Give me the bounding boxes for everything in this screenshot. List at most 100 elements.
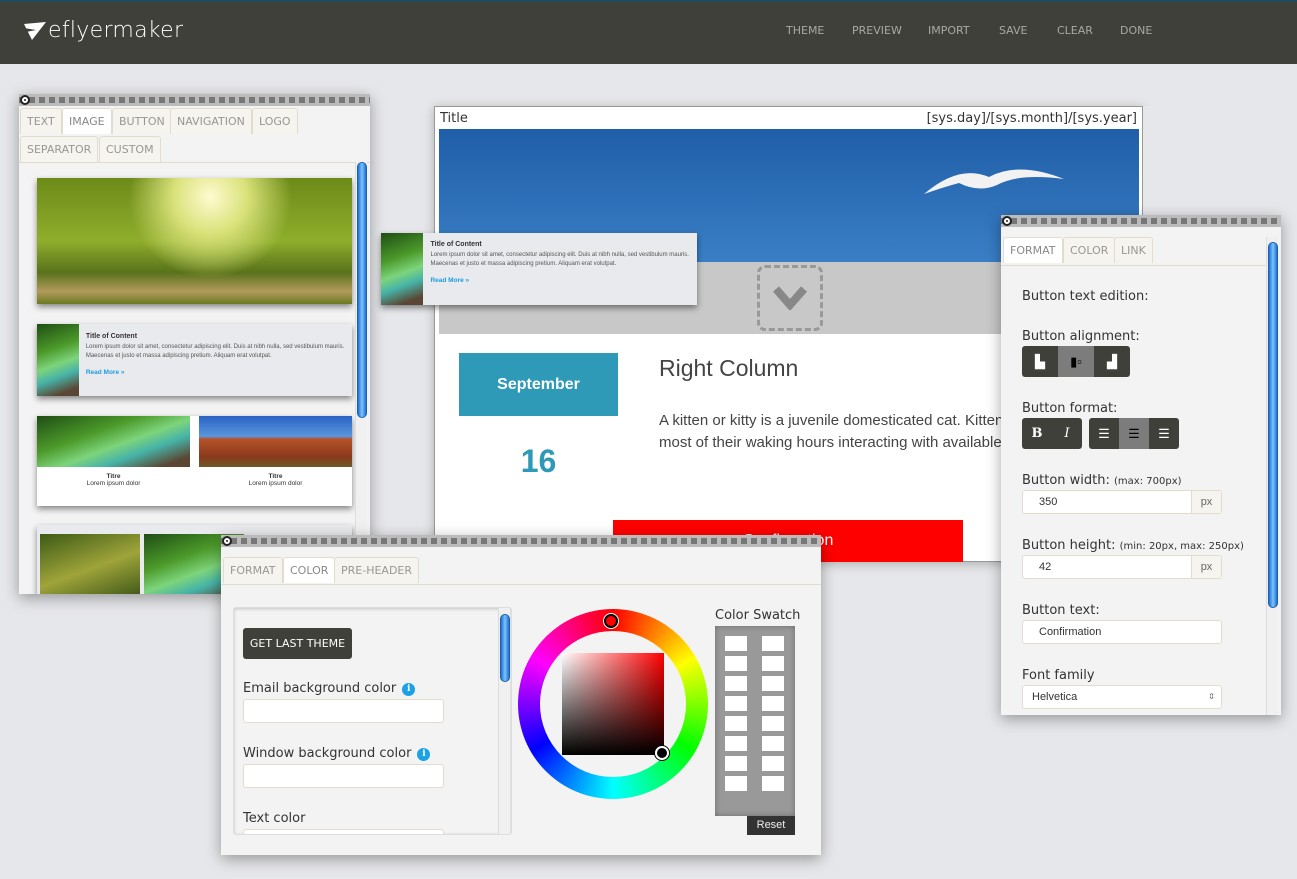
chevron-down-icon [757,265,823,331]
tab-color[interactable]: COLOR [283,557,336,583]
tab-image[interactable]: IMAGE [62,108,112,134]
email-bg-label: Email background color i [243,681,416,696]
swatch-cell[interactable] [762,696,784,711]
image-text-block[interactable]: Title of Content Lorem ipsum dolor sit a… [37,324,352,396]
nav-done[interactable]: DONE [1120,24,1152,37]
logo[interactable]: eflyermaker [24,18,183,43]
tab-logo[interactable]: LOGO [252,108,298,134]
color-settings-list: GET LAST THEME Email background color i W… [233,607,512,835]
card-text: Lorem ipsum dolor sit amet, consectetur … [430,252,689,267]
scrollbar[interactable] [355,162,367,594]
image-block-forest[interactable] [37,178,352,304]
swatch-cell[interactable] [762,636,784,651]
align-left-icon[interactable]: ▙ [1022,346,1058,377]
saturation-square[interactable] [562,653,664,755]
swatch-cell[interactable] [762,676,784,691]
height-label: Button height: (min: 20px, max: 250px) [1022,538,1244,553]
text-align-left-icon[interactable]: ☰ [1089,418,1119,449]
width-input[interactable]: 350 px [1022,490,1222,514]
button-text-input[interactable]: Confirmation [1022,620,1222,644]
info-icon[interactable]: i [402,683,416,696]
dragged-block[interactable]: Title of Content Lorem ipsum dolor sit a… [381,233,697,305]
align-right-icon[interactable]: ▟ [1094,346,1130,377]
card-image [37,324,79,396]
hue-wheel[interactable] [518,609,708,799]
drag-dot-icon [20,95,30,105]
col-title: Titre [268,473,283,480]
month-box[interactable]: September [459,353,618,416]
drag-dot-icon [1002,216,1012,226]
scrollbar[interactable] [1266,237,1278,715]
text-align-right-icon[interactable]: ☰ [1149,418,1179,449]
swatch-cell[interactable] [725,756,747,771]
swatch-cell[interactable] [725,676,747,691]
color-swatch [715,626,795,816]
font-family-select[interactable]: Helvetica ⇳ [1022,685,1222,709]
drag-handle[interactable] [221,535,821,547]
card-title: Title of Content [85,333,138,340]
swatch-cell[interactable] [762,756,784,771]
swatch-cell[interactable] [725,776,747,791]
tab-color[interactable]: COLOR [1063,237,1116,263]
tab-navigation[interactable]: NAVIGATION [170,108,252,134]
tab-text[interactable]: TEXT [20,108,62,134]
nav-preview[interactable]: PREVIEW [852,24,902,37]
height-input[interactable]: 42 px [1022,555,1222,579]
swatch-cell[interactable] [725,716,747,731]
bold-icon[interactable]: B [1022,418,1052,449]
drag-handle[interactable] [1001,215,1281,227]
color-panel: FORMAT COLOR PRE-HEADER GET LAST THEME E… [221,535,821,855]
logo-text: eflyermaker [48,18,184,43]
paper-plane-icon [24,21,46,40]
tab-format[interactable]: FORMAT [1003,237,1063,263]
swatch-cell[interactable] [762,656,784,671]
swatch-cell[interactable] [762,776,784,791]
window-bg-input[interactable] [243,764,444,788]
blocks-panel: TEXT IMAGE BUTTON NAVIGATION LOGO SEPARA… [19,94,370,594]
reset-button[interactable]: Reset [747,816,795,835]
email-date[interactable]: [sys.day]/[sys.month]/[sys.year] [927,111,1137,126]
card-read-more: Read More » [430,277,470,284]
tab-separator[interactable]: SEPARATOR [20,136,99,162]
italic-icon[interactable]: I [1052,418,1082,449]
email-bg-input[interactable] [243,699,444,723]
width-label: Button width: (max: 700px) [1022,473,1182,488]
nav-theme[interactable]: THEME [786,24,824,37]
swatch-cell[interactable] [762,736,784,751]
text-color-input[interactable] [243,829,444,834]
select-arrows-icon: ⇳ [1208,692,1215,701]
button-text-label: Button text: [1022,603,1100,618]
column-heading[interactable]: Right Column [659,355,798,382]
swatch-cell[interactable] [725,696,747,711]
drag-handle[interactable] [19,94,370,106]
email-title[interactable]: Title [440,111,468,126]
hue-handle[interactable] [604,614,618,628]
window-bg-label: Window background color i [243,746,431,761]
card-text: Lorem ipsum dolor sit amet, consectetur … [85,344,345,359]
swatch-title: Color Swatch [715,608,801,623]
swatch-cell[interactable] [725,656,747,671]
saturation-handle[interactable] [655,746,669,760]
font-family-label: Font family [1022,668,1095,683]
nav-clear[interactable]: CLEAR [1057,24,1093,37]
get-last-theme-button[interactable]: GET LAST THEME [243,628,352,659]
nav-import[interactable]: IMPORT [928,24,970,37]
tab-format[interactable]: FORMAT [223,557,283,583]
tab-pre-header[interactable]: PRE-HEADER [334,557,420,583]
align-center-icon[interactable]: ▮▫ [1058,346,1094,377]
text-align-center-icon[interactable]: ☰ [1119,418,1149,449]
tab-link[interactable]: LINK [1114,237,1153,263]
info-icon[interactable]: i [417,748,431,761]
scrollbar[interactable] [498,608,510,834]
swatch-cell[interactable] [725,636,747,651]
day-number[interactable]: 16 [459,443,618,480]
nav-save[interactable]: SAVE [999,24,1027,37]
tab-custom[interactable]: CUSTOM [99,136,161,162]
two-column-block[interactable]: Titre Lorem ipsum dolor Titre Lorem ipsum … [37,416,352,506]
tab-button[interactable]: BUTTON [112,108,172,134]
drag-dot-icon [222,536,232,546]
swatch-cell[interactable] [762,716,784,731]
text-align-group: ☰ ☰ ☰ [1089,418,1179,449]
col-text: Lorem ipsum dolor [248,480,303,487]
swatch-cell[interactable] [725,736,747,751]
